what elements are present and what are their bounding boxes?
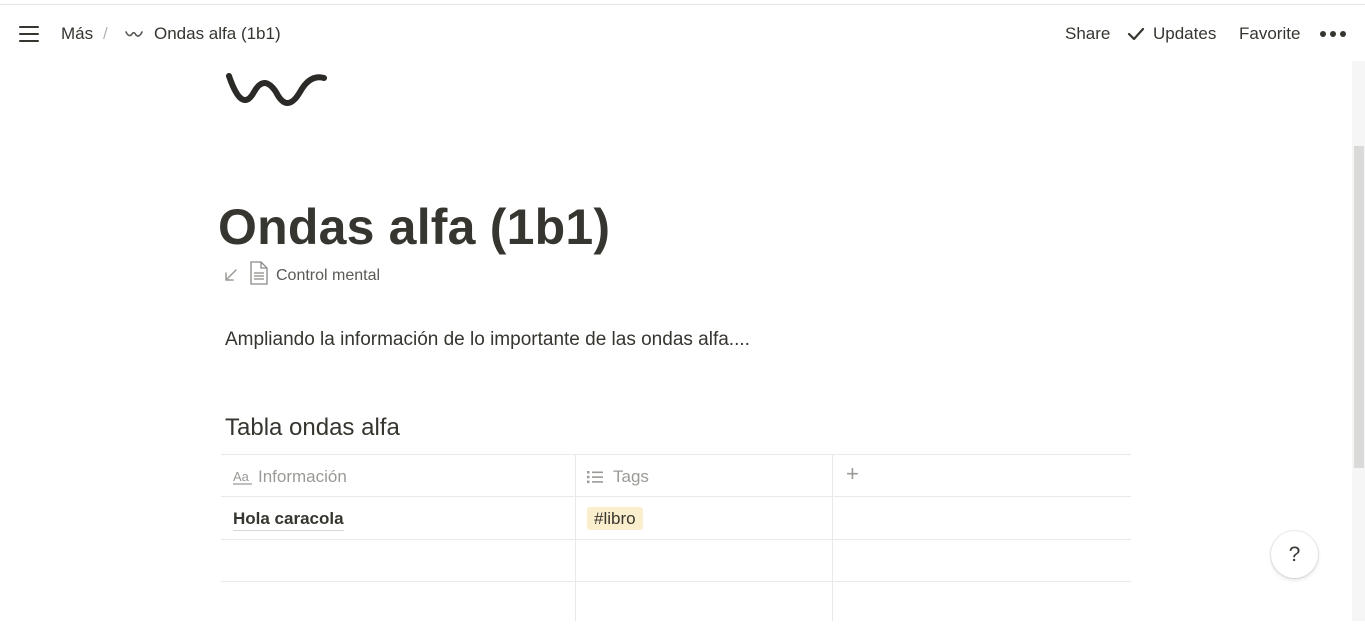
add-column-plus-icon[interactable]: + (846, 463, 860, 485)
topbar: Más / Ondas alfa (1b1) Share Updates Fav… (0, 5, 1352, 61)
table-row[interactable]: Hola caracola #libro (221, 496, 1131, 538)
column-divider (575, 454, 576, 621)
list-property-icon (587, 471, 603, 484)
cell-informacion[interactable]: Hola caracola (233, 508, 344, 531)
backlink-arrow-icon (225, 269, 237, 281)
breadcrumb-separator: / (103, 24, 108, 43)
table-row[interactable] (221, 539, 1131, 581)
check-icon (1127, 27, 1145, 41)
wave-page-emoji-icon[interactable] (224, 70, 328, 108)
table-row[interactable] (221, 581, 1131, 641)
table-heading[interactable]: Tabla ondas alfa (225, 413, 400, 443)
help-button[interactable]: ? (1271, 531, 1318, 578)
backlink-control-mental[interactable]: Control mental (276, 265, 380, 287)
column-divider (832, 454, 833, 621)
page-title[interactable]: Ondas alfa (1b1) (218, 196, 610, 258)
document-icon (250, 261, 268, 285)
text-property-icon: Aa (233, 469, 252, 485)
table-header-row: Aa Información Tags + (221, 454, 1131, 496)
column-header-informacion[interactable]: Información (258, 466, 347, 488)
column-header-tags[interactable]: Tags (613, 466, 649, 488)
scrollbar-thumb[interactable] (1354, 146, 1364, 468)
svg-text:Aa: Aa (233, 469, 250, 484)
intro-paragraph[interactable]: Ampliando la información de lo important… (225, 327, 750, 353)
breadcrumb-parent[interactable]: Más (61, 23, 93, 45)
tag-badge[interactable]: #libro (587, 507, 643, 530)
favorite-button[interactable]: Favorite (1239, 23, 1300, 45)
share-button[interactable]: Share (1065, 23, 1110, 45)
updates-button[interactable]: Updates (1153, 23, 1216, 45)
wave-page-icon (125, 31, 143, 37)
breadcrumb-current-page[interactable]: Ondas alfa (1b1) (154, 23, 281, 45)
sidebar-toggle-menu-icon[interactable] (17, 23, 41, 45)
more-options-icon[interactable] (1320, 31, 1346, 37)
